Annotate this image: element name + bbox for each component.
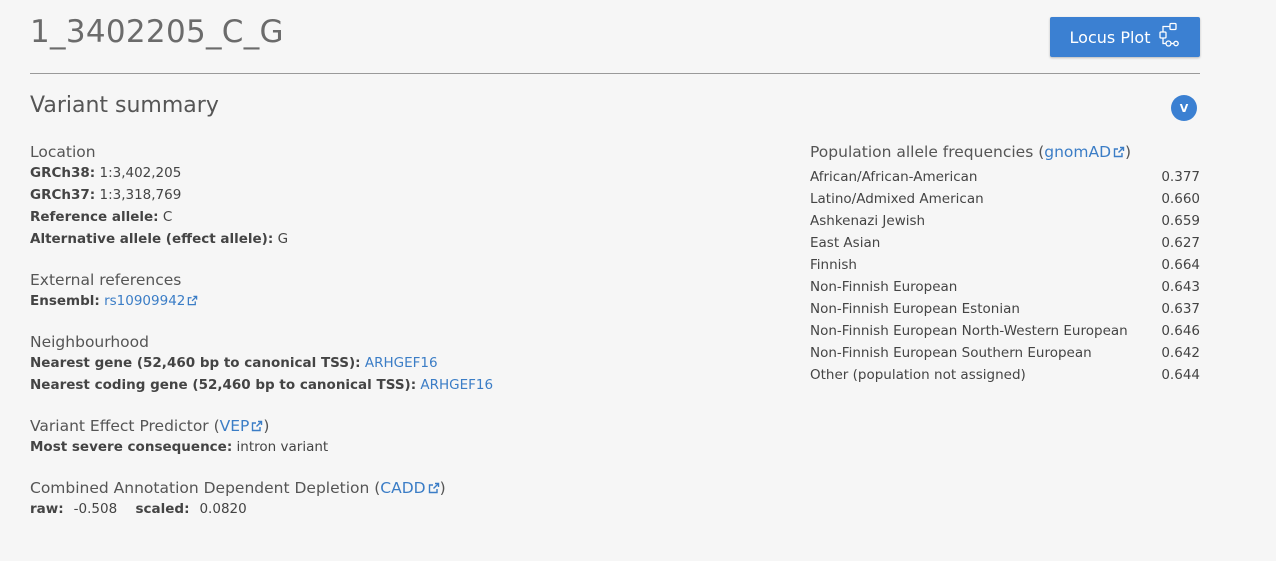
population-frequency: 0.660 [1161, 191, 1200, 207]
external-references-block: External references Ensembl: rs10909942 [30, 270, 730, 312]
external-references-heading: External references [30, 271, 182, 289]
neighbourhood-block: Neighbourhood Nearest gene (52,460 bp to… [30, 332, 730, 396]
cadd-link[interactable]: CADD [380, 479, 439, 497]
table-row: African/African-American 0.377 [810, 166, 1200, 188]
locus-plot-button[interactable]: Locus Plot [1050, 17, 1200, 57]
population-name: Non-Finnish European North-Western Europ… [810, 323, 1128, 339]
header-divider [30, 73, 1200, 74]
summary-left-column: Location GRCh38: 1:3,402,205 GRCh37: 1:3… [30, 142, 730, 540]
alternative-allele-row: Alternative allele (effect allele): G [30, 231, 289, 247]
population-name: Latino/Admixed American [810, 191, 984, 207]
vep-link[interactable]: VEP [220, 417, 264, 435]
nearest-coding-gene-link[interactable]: ARHGEF16 [420, 377, 493, 393]
section-title: Variant summary [30, 93, 219, 118]
population-name: Non-Finnish European Estonian [810, 301, 1020, 317]
population-frequency: 0.664 [1161, 257, 1200, 273]
population-frequency: 0.643 [1161, 279, 1200, 295]
ensembl-row: Ensembl: rs10909942 [30, 290, 730, 312]
nearest-gene-row: Nearest gene (52,460 bp to canonical TSS… [30, 355, 438, 371]
vep-heading: Variant Effect Predictor (VEP) [30, 417, 270, 435]
population-frequency: 0.644 [1161, 367, 1200, 383]
location-heading: Location [30, 143, 96, 161]
table-row: Latino/Admixed American 0.660 [810, 188, 1200, 210]
location-block: Location GRCh38: 1:3,402,205 GRCh37: 1:3… [30, 142, 730, 250]
nearest-gene-link[interactable]: ARHGEF16 [365, 355, 438, 371]
table-row: Non-Finnish European 0.643 [810, 276, 1200, 298]
cadd-heading: Combined Annotation Dependent Depletion … [30, 479, 446, 497]
locus-plot-label: Locus Plot [1069, 27, 1151, 47]
grch38-row: GRCh38: 1:3,402,205 [30, 165, 182, 181]
population-frequency: 0.642 [1161, 345, 1200, 361]
population-frequency: 0.377 [1161, 169, 1200, 185]
table-row: Non-Finnish European North-Western Europ… [810, 320, 1200, 342]
population-frequency: 0.627 [1161, 235, 1200, 251]
external-link-icon [188, 295, 198, 306]
table-row: Finnish 0.664 [810, 254, 1200, 276]
population-frequency: 0.646 [1161, 323, 1200, 339]
locus-plot-icon [1158, 22, 1180, 52]
population-name: Non-Finnish European Southern European [810, 345, 1092, 361]
population-frequency: 0.659 [1161, 213, 1200, 229]
population-name: African/African-American [810, 169, 978, 185]
page-title: 1_3402205_C_G [30, 14, 284, 50]
population-name: Ashkenazi Jewish [810, 213, 926, 229]
external-link-icon [252, 420, 263, 432]
population-frequencies-column: Population allele frequencies (gnomAD) A… [810, 142, 1200, 386]
table-row: Other (population not assigned) 0.644 [810, 364, 1200, 386]
grch37-row: GRCh37: 1:3,318,769 [30, 187, 182, 203]
table-row: Non-Finnish European Estonian 0.637 [810, 298, 1200, 320]
section-toggle-button[interactable]: V [1171, 95, 1197, 121]
population-frequency: 0.637 [1161, 301, 1200, 317]
cadd-block: Combined Annotation Dependent Depletion … [30, 478, 730, 520]
neighbourhood-heading: Neighbourhood [30, 333, 149, 351]
table-row: East Asian 0.627 [810, 232, 1200, 254]
population-name: East Asian [810, 235, 881, 251]
table-row: Ashkenazi Jewish 0.659 [810, 210, 1200, 232]
vep-block: Variant Effect Predictor (VEP) Most seve… [30, 416, 730, 458]
external-link-icon [1113, 146, 1125, 158]
most-severe-consequence-row: Most severe consequence: intron variant [30, 439, 329, 455]
reference-allele-row: Reference allele: C [30, 209, 173, 225]
population-name: Non-Finnish European [810, 279, 958, 295]
external-link-icon [428, 482, 439, 494]
table-row: Non-Finnish European Southern European 0.… [810, 342, 1200, 364]
ensembl-link[interactable]: rs10909942 [104, 293, 198, 309]
nearest-coding-gene-row: Nearest coding gene (52,460 bp to canoni… [30, 377, 494, 393]
cadd-scores-row: raw: -0.508 scaled: 0.0820 [30, 501, 247, 517]
population-frequency-table: African/African-American 0.377 Latino/Adm… [810, 166, 1200, 386]
gnomad-link[interactable]: gnomAD [1044, 143, 1125, 161]
population-name: Finnish [810, 257, 857, 273]
population-name: Other (population not assigned) [810, 367, 1026, 383]
population-heading: Population allele frequencies (gnomAD) [810, 143, 1132, 161]
variant-page: 1_3402205_C_G Locus Plot Variant summary… [30, 0, 1200, 561]
